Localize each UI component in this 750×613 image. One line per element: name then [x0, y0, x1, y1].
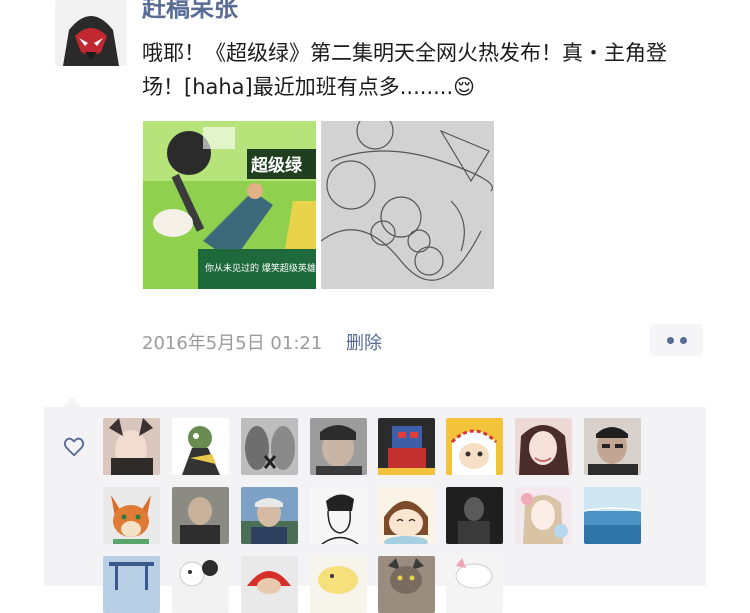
liker-avatar[interactable] [515, 418, 572, 475]
liker-avatar[interactable] [378, 418, 435, 475]
liker-avatar[interactable] [378, 556, 435, 613]
delete-link[interactable]: 删除 [346, 333, 382, 354]
liker-avatar[interactable] [103, 418, 160, 475]
liker-avatar[interactable] [584, 418, 641, 475]
liker-avatar[interactable] [241, 556, 298, 613]
post-timestamp: 2016年5月5日 01:21 [142, 333, 323, 354]
likes-panel-arrow [62, 397, 82, 407]
image-1-title: 超级绿 [251, 155, 303, 176]
more-dots-icon [666, 336, 674, 344]
liker-avatar[interactable] [584, 487, 641, 544]
liker-avatar[interactable] [241, 418, 298, 475]
liker-avatar[interactable] [446, 487, 503, 544]
heart-outline-icon [63, 437, 85, 457]
liker-avatar[interactable] [172, 487, 229, 544]
liker-avatar[interactable] [103, 556, 160, 613]
more-dots-icon [679, 336, 687, 344]
more-actions-button[interactable] [650, 324, 703, 356]
liker-avatar[interactable] [310, 487, 367, 544]
liker-avatar[interactable] [103, 487, 160, 544]
image-1-caption: 你从未见过的 爆笑超级英雄喜剧! [205, 262, 316, 274]
liker-avatar[interactable] [172, 418, 229, 475]
author-name[interactable]: 赶稿呆张 [142, 0, 238, 23]
liker-avatar[interactable] [446, 556, 503, 613]
author-avatar[interactable] [55, 0, 127, 66]
liker-avatar[interactable] [310, 418, 367, 475]
liker-avatar[interactable] [378, 487, 435, 544]
liker-avatar[interactable] [241, 487, 298, 544]
post-text: 哦耶！《超级绿》第二集明天全网火热发布！真・主角登场！[haha]最近加班有点多… [142, 41, 667, 99]
post-meta: 2016年5月5日 01:21 删除 [142, 329, 382, 355]
post-image-2[interactable] [321, 121, 494, 289]
liker-avatar[interactable] [310, 556, 367, 613]
liker-avatar[interactable] [446, 418, 503, 475]
post-image-1[interactable]: 超级绿 你从未见过的 爆笑超级英雄喜剧! [143, 121, 316, 289]
liker-avatar[interactable] [515, 487, 572, 544]
liker-avatar[interactable] [172, 556, 229, 613]
